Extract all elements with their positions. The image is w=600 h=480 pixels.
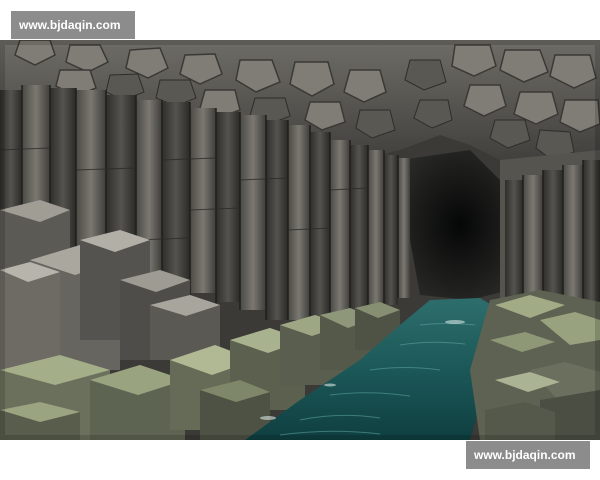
- cave-photo: [0, 40, 600, 440]
- mossy-rocks-right: [470, 290, 600, 440]
- watermark-top: www.bjdaqin.com: [11, 11, 135, 39]
- cave-illustration: [0, 40, 600, 440]
- watermark-bottom: www.bjdaqin.com: [466, 441, 590, 469]
- page: www.bjdaqin.com www.bjdaqin.com: [0, 0, 600, 480]
